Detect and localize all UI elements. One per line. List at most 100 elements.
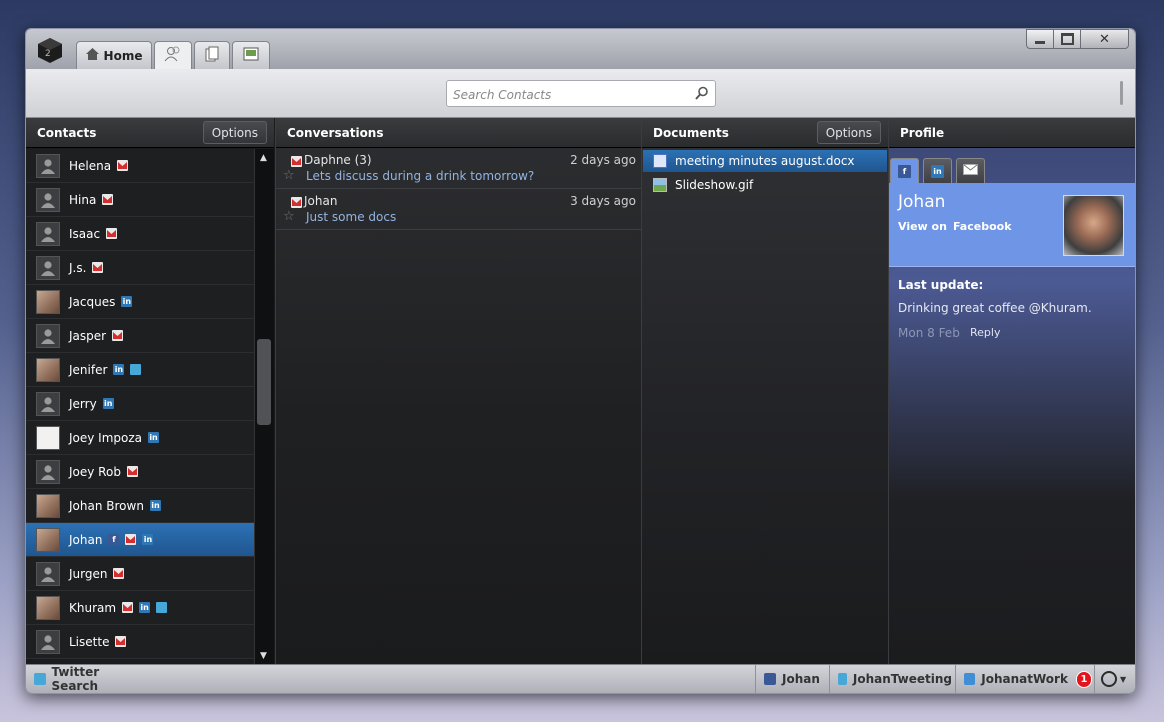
avatar bbox=[36, 561, 60, 586]
contact-item[interactable]: Isaac bbox=[26, 217, 255, 251]
gmail-icon bbox=[113, 568, 125, 579]
tab-email[interactable] bbox=[956, 158, 985, 183]
star-icon[interactable]: ☆ bbox=[283, 168, 295, 183]
contacts-scrollbar[interactable]: ▲ ▼ bbox=[254, 149, 274, 665]
twitter-icon bbox=[130, 364, 142, 375]
contact-list: Helena Hina Isaac J.s. Jacques in Jasper Jenife… bbox=[26, 149, 255, 665]
chevron-down-icon: ▼ bbox=[1120, 674, 1127, 684]
linkedin-icon: in bbox=[102, 398, 114, 409]
account-yammer[interactable]: JohanatWork 1 bbox=[955, 665, 1092, 693]
gmail-icon bbox=[125, 534, 137, 545]
profile-name: Johan bbox=[898, 192, 946, 212]
search-icon[interactable] bbox=[695, 86, 709, 103]
contact-item[interactable]: Jurgen bbox=[26, 557, 255, 591]
gmail-icon bbox=[126, 466, 138, 477]
minimize-icon bbox=[1035, 40, 1045, 44]
scroll-up-arrow-icon[interactable]: ▲ bbox=[260, 153, 267, 163]
linkedin-icon: in bbox=[139, 602, 151, 613]
conversations-title: Conversations bbox=[287, 125, 384, 140]
tab-home[interactable]: Home bbox=[76, 41, 152, 69]
contact-name: Johan bbox=[69, 532, 103, 547]
scroll-down-arrow-icon[interactable]: ▼ bbox=[260, 651, 267, 661]
linkedin-icon: in bbox=[142, 534, 154, 545]
avatar bbox=[36, 629, 60, 654]
status-menu-button[interactable]: ▼ bbox=[1094, 665, 1135, 693]
conversation-subject[interactable]: Lets discuss during a drink tomorrow? bbox=[306, 169, 534, 183]
profile-status: Drinking great coffee @Khuram. bbox=[898, 301, 1092, 315]
profile-view-on: View on Facebook bbox=[898, 220, 1012, 233]
contact-item[interactable]: J.s. bbox=[26, 251, 255, 285]
twitter-search-button[interactable]: Twitter Search bbox=[26, 665, 146, 693]
pictures-icon bbox=[243, 47, 259, 64]
documents-title: Documents bbox=[653, 125, 729, 140]
avatar bbox=[36, 289, 60, 314]
title-bar: 2 Home ✕ bbox=[26, 29, 1135, 69]
contacts-header: Contacts Options bbox=[26, 118, 274, 148]
contact-item[interactable]: Joey Impoza in bbox=[26, 421, 255, 455]
star-icon[interactable]: ☆ bbox=[283, 209, 295, 224]
contact-item[interactable]: Jacques in bbox=[26, 285, 255, 319]
account-label: JohanatWork bbox=[981, 672, 1068, 686]
contact-name: Jenifer bbox=[69, 362, 108, 377]
maximize-button[interactable] bbox=[1053, 29, 1081, 49]
contact-item[interactable]: Johan Brown in bbox=[26, 489, 255, 523]
document-name: Slideshow.gif bbox=[675, 178, 754, 192]
contact-item[interactable]: Khuram in bbox=[26, 591, 255, 625]
contact-item[interactable]: Joey Rob bbox=[26, 455, 255, 489]
avatar bbox=[36, 153, 60, 178]
contact-item[interactable]: Johan f in bbox=[26, 523, 255, 557]
profile-title: Profile bbox=[900, 125, 945, 140]
email-icon bbox=[963, 164, 978, 178]
conversations-header: Conversations bbox=[276, 118, 642, 148]
contact-name: Jurgen bbox=[69, 566, 108, 581]
conversation-row[interactable]: Johan 3 days ago ☆ Just some docs bbox=[276, 189, 642, 230]
contact-item[interactable]: Jasper bbox=[26, 319, 255, 353]
account-twitter[interactable]: JohanTweeting bbox=[829, 665, 952, 693]
reply-link[interactable]: Reply bbox=[970, 326, 1000, 339]
account-facebook[interactable]: Johan bbox=[755, 665, 825, 693]
document-item[interactable]: meeting minutes august.docx bbox=[643, 150, 887, 172]
contacts-icon bbox=[164, 46, 182, 65]
view-on-facebook-link[interactable]: Facebook bbox=[953, 220, 1012, 233]
contact-item[interactable]: Jenifer in bbox=[26, 353, 255, 387]
facebook-icon: f bbox=[898, 164, 911, 178]
image-file-icon bbox=[653, 178, 667, 192]
tab-contacts[interactable] bbox=[154, 41, 192, 69]
conversation-row[interactable]: Daphne (3) 2 days ago ☆ Lets discuss dur… bbox=[276, 148, 642, 189]
contacts-options-button[interactable]: Options bbox=[202, 121, 267, 144]
profile-header: Profile bbox=[889, 118, 1135, 148]
minimize-button[interactable] bbox=[1026, 29, 1054, 49]
close-button[interactable]: ✕ bbox=[1080, 29, 1129, 49]
app-window: 2 Home ✕ Search Contacts Contacts Option… bbox=[25, 28, 1136, 694]
contact-item[interactable]: Lisette bbox=[26, 625, 255, 659]
conversation-subject[interactable]: Just some docs bbox=[306, 210, 396, 224]
contact-name: Jasper bbox=[69, 328, 107, 343]
conversations-panel: Conversations Daphne (3) 2 days ago ☆ Le… bbox=[275, 118, 642, 665]
close-icon: ✕ bbox=[1099, 31, 1110, 47]
tab-documents[interactable] bbox=[194, 41, 230, 69]
profile-panel: Profile f in Johan View on Facebook Last … bbox=[888, 118, 1135, 665]
contact-item[interactable]: Helena bbox=[26, 149, 255, 183]
avatar bbox=[36, 459, 60, 484]
gmail-icon bbox=[106, 228, 118, 239]
tab-facebook[interactable]: f bbox=[890, 158, 919, 183]
resize-grip[interactable] bbox=[1120, 81, 1123, 105]
notification-badge: 1 bbox=[1075, 670, 1092, 688]
tab-pictures[interactable] bbox=[232, 41, 270, 69]
contact-name: Khuram bbox=[69, 600, 117, 615]
scroll-thumb[interactable] bbox=[257, 339, 271, 425]
search-input[interactable] bbox=[447, 81, 690, 108]
avatar bbox=[36, 425, 60, 450]
document-item[interactable]: Slideshow.gif bbox=[643, 174, 887, 196]
twitter-icon bbox=[34, 673, 46, 685]
tab-linkedin[interactable]: in bbox=[923, 158, 952, 183]
status-date: Mon 8 Feb bbox=[898, 326, 960, 340]
home-icon bbox=[85, 48, 99, 63]
contact-item[interactable]: Jerry in bbox=[26, 387, 255, 421]
contact-item[interactable]: Hina bbox=[26, 183, 255, 217]
bottom-bar: Twitter Search Johan JohanTweeting Johan… bbox=[26, 664, 1135, 693]
documents-options-button[interactable]: Options bbox=[816, 121, 881, 144]
contact-name: Helena bbox=[69, 158, 112, 173]
avatar bbox=[36, 493, 60, 518]
avatar bbox=[36, 527, 60, 552]
